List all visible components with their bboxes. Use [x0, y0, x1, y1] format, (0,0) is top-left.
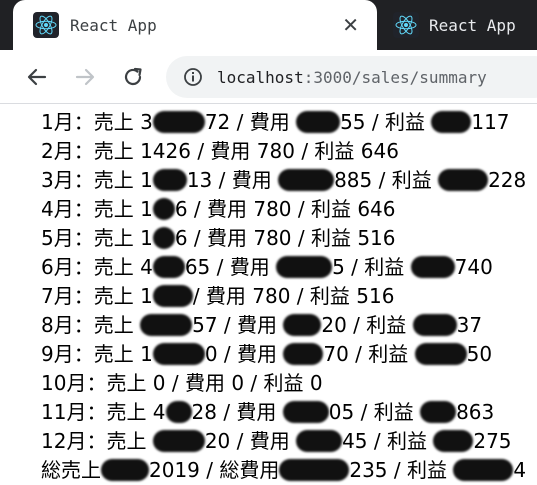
redaction: [414, 343, 467, 365]
reload-icon: [124, 67, 142, 86]
redaction: [438, 169, 489, 191]
redaction: [431, 111, 472, 133]
tab-title: React App: [429, 15, 516, 35]
redaction: [453, 459, 514, 481]
redaction: [152, 198, 175, 220]
back-button[interactable]: [22, 62, 52, 92]
redaction: [140, 314, 193, 336]
browser-tabstrip: React App ✕ React App: [0, 0, 537, 50]
redaction: [165, 401, 192, 423]
month-row-4: 4月：売上 16 / 費用 780 / 利益 646: [41, 197, 396, 221]
redaction: [412, 314, 457, 336]
month-row-5: 5月：売上 16 / 費用 780 / 利益 516: [41, 226, 396, 250]
url-text[interactable]: localhost:3000/sales/summary: [217, 68, 487, 87]
redaction: [279, 459, 350, 481]
month-row-6: 6月：売上 4 65 / 費用 5 / 利益 740: [41, 255, 493, 279]
redaction: [282, 401, 329, 423]
redaction: [433, 430, 474, 452]
tab-react-app-inactive[interactable]: React App: [381, 0, 537, 50]
redaction: [152, 256, 185, 278]
redaction: [278, 169, 335, 191]
redaction: [283, 343, 324, 365]
month-row-11: 11月：売上 4 28 / 費用 05 / 利益 863: [41, 400, 495, 424]
browser-toolbar: localhost:3000/sales/summary: [0, 50, 537, 104]
total-row: 総売上 2019 / 総費用 235 / 利益 4: [41, 458, 527, 482]
arrow-left-icon: [27, 68, 47, 86]
forward-button[interactable]: [70, 62, 100, 92]
redaction: [152, 343, 205, 365]
month-row-2: 2月：売上 1426 / 費用 780 / 利益 646: [41, 139, 399, 163]
redaction: [152, 227, 175, 249]
arrow-right-icon: [75, 68, 95, 86]
address-bar[interactable]: localhost:3000/sales/summary: [166, 56, 537, 98]
close-tab-icon[interactable]: ✕: [342, 13, 359, 37]
tab-react-app-active[interactable]: React App ✕: [13, 0, 377, 50]
month-row-12: 12月：売上 20 / 費用 45 / 利益 275: [41, 429, 512, 453]
redaction: [276, 256, 333, 278]
month-row-8: 8月：売上 57 / 費用 20 / 利益 37: [41, 313, 483, 337]
redaction: [152, 169, 187, 191]
redaction: [152, 285, 193, 307]
month-row-10: 10月：売上 0 / 費用 0 / 利益 0: [41, 371, 323, 395]
redaction: [283, 314, 322, 336]
month-row-7: 7月：売上 1/ 費用 780 / 利益 516: [41, 284, 395, 308]
tab-title: React App: [70, 15, 157, 35]
redaction: [101, 459, 149, 481]
reload-button[interactable]: [118, 62, 148, 92]
redaction: [152, 111, 205, 133]
sales-summary-list: 1月：売上 3 72 / 費用 55 / 利益 117 2月：売上 1426 / …: [41, 108, 531, 485]
month-row-3: 3月：売上 1 13 / 費用 885 / 利益 228: [41, 168, 527, 192]
react-logo-icon: [33, 12, 59, 38]
redaction: [296, 430, 343, 452]
redaction: [410, 256, 455, 278]
redaction: [152, 430, 205, 452]
month-row-1: 1月：売上 3 72 / 費用 55 / 利益 117: [41, 110, 510, 134]
info-icon[interactable]: [183, 67, 203, 87]
month-row-9: 9月：売上 10 / 費用 70 / 利益 50: [41, 342, 493, 366]
react-logo-icon: [393, 12, 419, 38]
redaction: [420, 401, 457, 423]
redaction: [296, 111, 341, 133]
